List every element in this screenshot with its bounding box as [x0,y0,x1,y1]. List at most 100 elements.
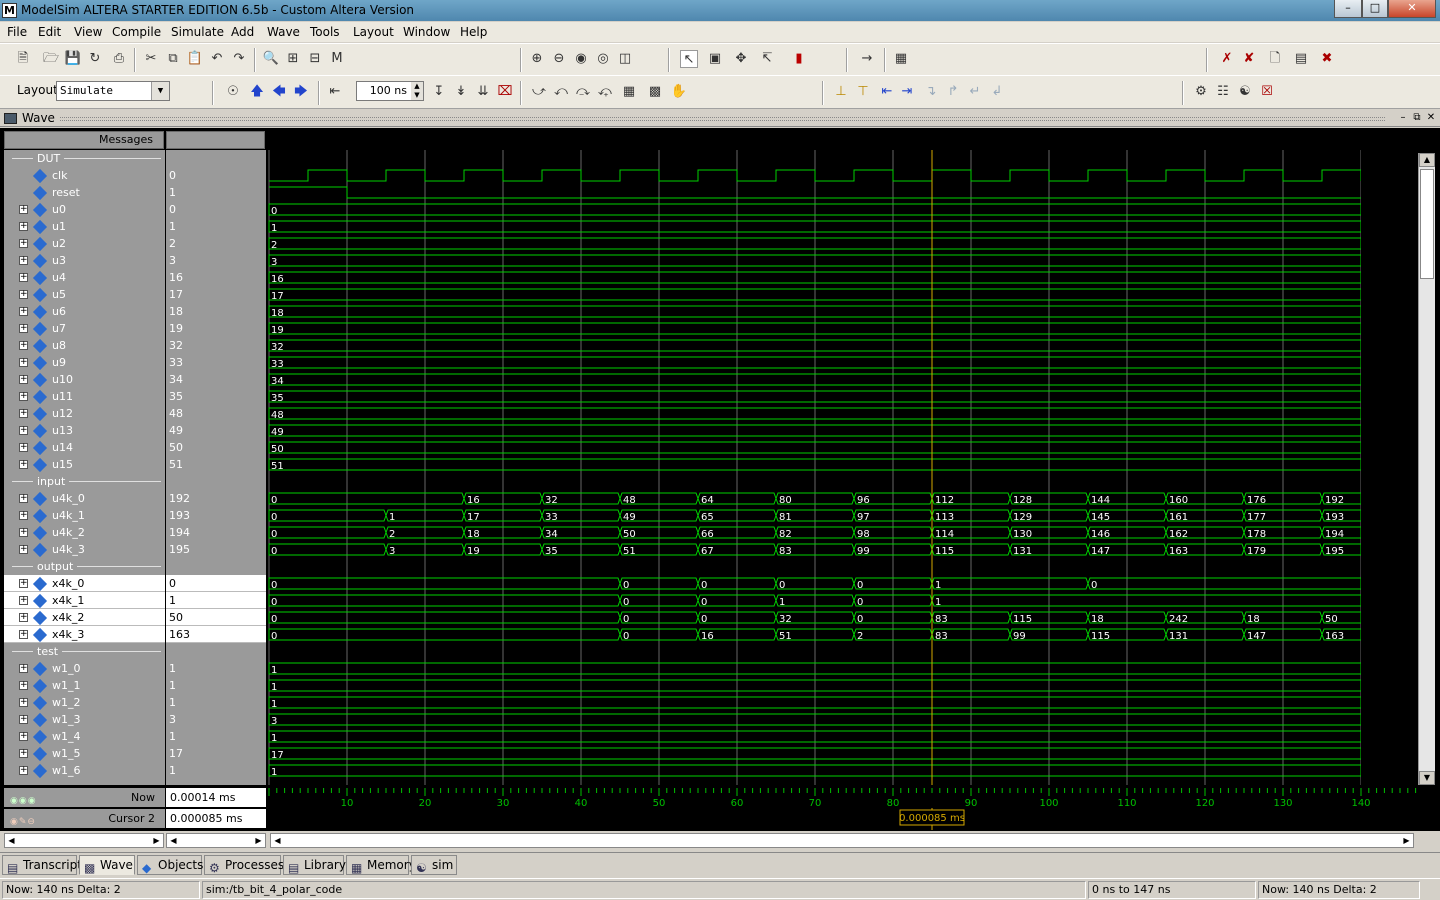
scroll-right-icon[interactable]: ▶ [1400,834,1413,847]
list-icon[interactable]: ▤ [1292,50,1310,68]
signal-row-w1_4[interactable]: + w1_4 [4,728,165,745]
expand-icon[interactable]: + [19,290,28,299]
delete-cursor-icon[interactable]: ⊤ [854,83,872,101]
signal-row-w1_3[interactable]: + w1_3 [4,711,165,728]
redo-icon[interactable]: ↷ [230,50,248,68]
menu-view[interactable]: View [74,25,102,39]
insert-cursor-icon[interactable]: ⊥ [832,83,850,101]
signal-row-u1[interactable]: + u1 [4,218,165,235]
expand-icon[interactable]: + [19,630,28,639]
expand-icon[interactable]: + [19,256,28,265]
step-over-icon[interactable]: ⤺ [552,83,570,101]
group-divider-dut[interactable]: DUT [4,150,165,167]
prev-edge-icon[interactable]: ⇤ [878,83,896,101]
signal-row-u4k_1[interactable]: + u4k_1 [4,507,165,524]
print-icon[interactable]: ⎙ [110,50,128,68]
restart-sim-icon[interactable]: ⇤ [326,83,344,101]
expand-icon[interactable]: + [19,511,28,520]
vertical-scroll-thumb[interactable] [1420,169,1434,279]
tab-objects[interactable]: ◆ Objects [137,855,203,875]
signal-row-u4k_3[interactable]: + u4k_3 [4,541,165,558]
expand-icon[interactable]: + [19,205,28,214]
signal-row-u11[interactable]: + u11 [4,388,165,405]
group-divider-output[interactable]: output [4,558,165,575]
expand-icon[interactable]: + [19,307,28,316]
delete-icon[interactable]: ✗ [1218,50,1236,68]
menu-help[interactable]: Help [460,25,487,39]
signal-row-clk[interactable]: clk [4,167,165,184]
open-folder-icon[interactable]: 🗁 [42,50,60,68]
signal-row-w1_2[interactable]: + w1_2 [4,694,165,711]
step-forward-icon[interactable]: 🡆 [292,83,310,101]
wave-compare-icon[interactable]: ▦ [892,50,910,68]
step-up-icon[interactable]: 🡅 [248,83,266,101]
collapse-all-icon[interactable]: ⊞ [284,50,302,68]
break-sim-icon[interactable]: ⌧ [496,83,514,101]
step-back-icon[interactable]: 🡄 [270,83,288,101]
expand-icon[interactable]: + [19,273,28,282]
edit-mode-icon[interactable]: ↸ [758,50,776,68]
zoom-full-icon[interactable]: ◉ [572,50,590,68]
new-file-icon[interactable]: 🗎 [14,50,32,68]
scroll-up-icon[interactable]: ▲ [1419,153,1435,167]
reload-icon[interactable]: ↻ [86,50,104,68]
signal-row-x4k_2[interactable]: + x4k_2 [4,609,165,626]
signal-row-u4[interactable]: + u4 [4,269,165,286]
signal-row-u5[interactable]: + u5 [4,286,165,303]
signal-row-u6[interactable]: + u6 [4,303,165,320]
signal-row-reset[interactable]: reset [4,184,165,201]
signal-row-u10[interactable]: + u10 [4,371,165,388]
find-next-icon[interactable]: ↲ [988,83,1006,101]
expand-icon[interactable]: + [19,698,28,707]
scroll-right-icon[interactable]: ▶ [150,834,163,847]
restart-icon[interactable]: ☉ [224,83,242,101]
tab-library[interactable]: ▤ Library [283,855,346,875]
expand-icon[interactable]: + [19,324,28,333]
signal-row-u8[interactable]: + u8 [4,337,165,354]
expand-icon[interactable]: + [19,409,28,418]
signal-row-u0[interactable]: + u0 [4,201,165,218]
expand-icon[interactable]: + [19,239,28,248]
expand-icon[interactable]: + [19,392,28,401]
signal-row-u2[interactable]: + u2 [4,235,165,252]
break-icon[interactable]: ▮ [790,50,808,68]
expand-icon[interactable]: + [19,613,28,622]
expand-icon[interactable]: + [19,494,28,503]
expand-icon[interactable]: + [19,664,28,673]
tab-sim[interactable]: ☯ sim [411,855,457,875]
menu-add[interactable]: Add [231,25,254,39]
expand-icon[interactable]: + [19,528,28,537]
menu-simulate[interactable]: Simulate [171,25,224,39]
time-axis[interactable]: 10 20 30 40 50 60 70 80 90 100 110 120 130 140 0.00008… [268,786,1418,830]
expand-icon[interactable]: + [19,596,28,605]
signal-row-u13[interactable]: + u13 [4,422,165,439]
expand-icon[interactable]: + [19,443,28,452]
signal-row-w1_5[interactable]: + w1_5 [4,745,165,762]
clear-icon[interactable]: ✘ [1240,50,1258,68]
pan-mode-icon[interactable]: ✥ [732,50,750,68]
split-icon[interactable]: → [858,50,876,68]
signal-row-u4k_2[interactable]: + u4k_2 [4,524,165,541]
zoom-out-icon[interactable]: ⊖ [550,50,568,68]
step-cont-icon[interactable]: ⤽ [596,83,614,101]
tab-processes[interactable]: ⚙ Processes [204,855,284,875]
signal-row-x4k_0[interactable]: + x4k_0 [4,575,165,592]
lock-icon[interactable]: ◉✎⊖ [10,813,36,832]
menu-compile[interactable]: Compile [112,25,161,39]
expand-icon[interactable]: + [19,766,28,775]
signal-row-x4k_3[interactable]: + x4k_3 [4,626,165,643]
names-hscroll[interactable]: ◀ ▶ [4,833,164,848]
continue-icon[interactable]: ↡ [452,83,470,101]
layout-select[interactable]: Simulate ▼ [56,81,170,101]
expand-icon[interactable]: + [19,375,28,384]
group-divider-input[interactable]: input [4,473,165,490]
remove-icon[interactable]: ✖ [1318,50,1336,68]
signal-row-u14[interactable]: + u14 [4,439,165,456]
next-edge-icon[interactable]: ⇥ [898,83,916,101]
pane-minimize-icon[interactable]: – [1397,112,1409,124]
wave-vertical-scrollbar[interactable]: ▲ ▼ [1418,153,1435,785]
minimize-button[interactable]: – [1334,0,1362,18]
values-hscroll[interactable]: ◀ ▶ [166,833,266,848]
pane-drag-handle[interactable] [60,117,1385,121]
chevron-down-icon[interactable]: ▼ [151,82,169,100]
